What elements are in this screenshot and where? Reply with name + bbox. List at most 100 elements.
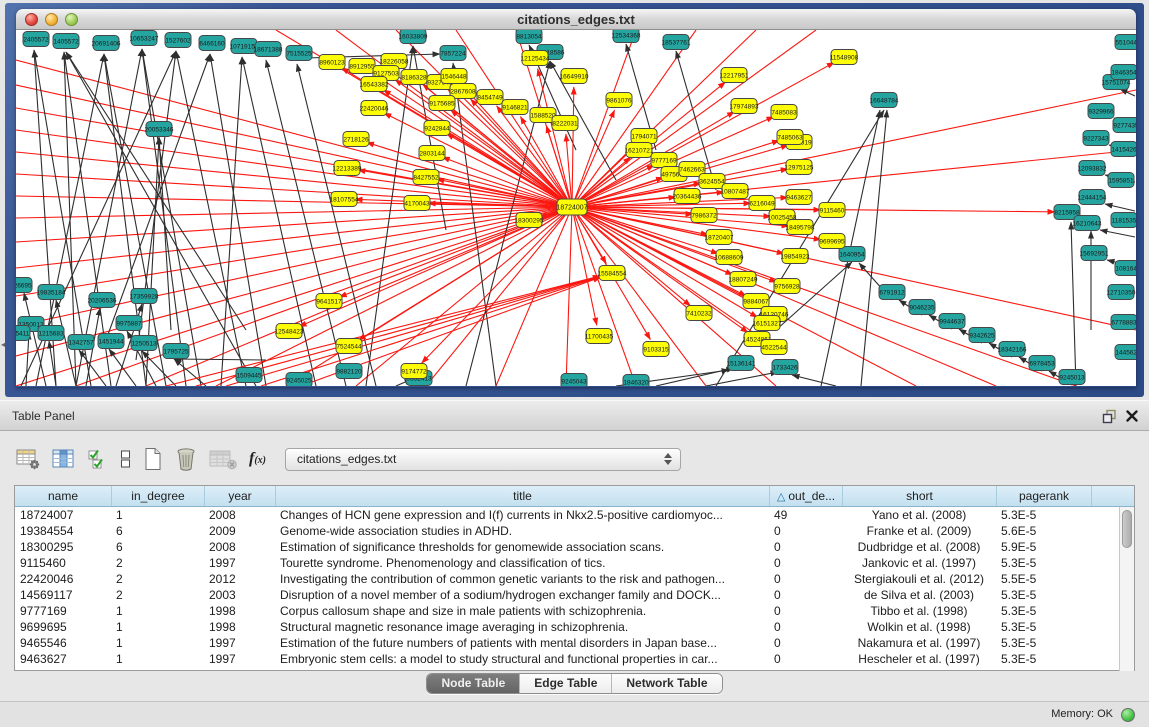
graph-node[interactable]: 17974893 <box>730 99 759 114</box>
table-cell[interactable]: Investigating the contribution of common… <box>275 571 769 587</box>
graph-node[interactable]: 9245025 <box>286 373 312 387</box>
table-row[interactable]: 946554611997Estimation of the future num… <box>15 635 1121 651</box>
tab-node-table[interactable]: Node Table <box>427 674 519 693</box>
table-cell[interactable]: Tibbo et al. (1998) <box>842 603 996 619</box>
table-cell[interactable]: 14569117 <box>15 587 111 603</box>
table-cell[interactable]: 1 <box>111 651 204 667</box>
graph-edge[interactable] <box>572 90 1136 207</box>
table-cell[interactable]: Tourette syndrome. Phenomenology and cla… <box>275 555 769 571</box>
graph-edge[interactable] <box>384 113 572 207</box>
table-cell[interactable]: 5.3E-5 <box>996 555 1091 571</box>
graph-node[interactable]: 12213389 <box>333 161 362 176</box>
graph-node[interactable]: 12444154 <box>1078 190 1107 205</box>
graph-node[interactable]: 9227343 <box>1083 131 1109 146</box>
graph-node[interactable]: 1250513 <box>131 336 157 351</box>
graph-node[interactable]: 8454749 <box>477 90 503 105</box>
column-header-in_degree[interactable]: in_degree <box>111 486 204 506</box>
graph-node[interactable]: 1846320 <box>623 375 649 387</box>
graph-node[interactable]: 16210721 <box>625 143 654 158</box>
graph-node[interactable]: 18807249 <box>729 272 758 287</box>
graph-node[interactable]: 9245043 <box>561 374 587 387</box>
graph-node[interactable]: 6791912 <box>879 285 905 300</box>
table-cell[interactable]: Wolkin et al. (1998) <box>842 619 996 635</box>
column-header-pagerank[interactable]: pagerank <box>996 486 1091 506</box>
graph-node[interactable]: 6466160 <box>199 36 225 51</box>
table-cell[interactable]: Estimation of the future numbers of pati… <box>275 635 769 651</box>
graph-node[interactable]: 18671388 <box>254 42 283 57</box>
graph-node[interactable]: 16033809 <box>399 30 428 44</box>
table-cell[interactable]: Nakamura et al. (1997) <box>842 635 996 651</box>
graph-node[interactable]: 1181535 <box>1111 213 1136 228</box>
graph-node[interactable]: 9975887 <box>116 316 142 331</box>
graph-node[interactable]: 10688609 <box>715 250 744 265</box>
graph-node[interactable]: 9882120 <box>336 364 362 379</box>
graph-node[interactable]: 9342625 <box>969 328 995 343</box>
graph-node[interactable]: 12217951 <box>720 68 749 83</box>
graph-edge[interactable] <box>1105 204 1135 211</box>
table-cell[interactable]: 6 <box>111 523 204 539</box>
graph-node[interactable]: 8222031 <box>552 116 578 131</box>
table-cell[interactable]: 5.3E-5 <box>996 603 1091 619</box>
graph-node[interactable]: 20053346 <box>145 122 174 137</box>
graph-node[interactable]: 6978453 <box>1029 356 1055 371</box>
graph-node[interactable]: 1795725 <box>163 344 189 359</box>
graph-node[interactable]: 19835184 <box>37 285 66 300</box>
graph-node[interactable]: 9174772 <box>401 364 427 379</box>
graph-edge[interactable] <box>572 207 706 386</box>
graph-node[interactable]: 17359928 <box>130 289 159 304</box>
table-cell[interactable]: 19384554 <box>15 523 111 539</box>
table-cell[interactable]: 2008 <box>204 539 275 555</box>
graph-node[interactable]: 20206536 <box>88 293 117 308</box>
graph-node[interactable]: 15692951 <box>1080 246 1109 261</box>
graph-node[interactable]: 10653247 <box>130 31 159 46</box>
graph-edge[interactable] <box>174 359 266 360</box>
graph-node[interactable]: 9242844 <box>424 121 450 136</box>
table-cell[interactable]: Stergiakouli et al. (2012) <box>842 571 996 587</box>
graph-node[interactable]: 9046235 <box>909 300 935 315</box>
table-cell[interactable]: 0 <box>769 555 842 571</box>
graph-node[interactable]: 9277435 <box>1113 118 1136 133</box>
graph-node[interactable]: 3915411 <box>16 326 30 341</box>
column-header-name[interactable]: name <box>15 486 111 506</box>
table-cell[interactable]: 0 <box>769 523 842 539</box>
graph-node[interactable]: 9777169 <box>651 153 677 168</box>
graph-node[interactable]: 6778883 <box>1111 315 1136 330</box>
graph-edge[interactable] <box>1100 230 1135 237</box>
table-cell[interactable]: Embryonic stem cells: a model to study s… <box>275 651 769 667</box>
graph-node[interactable]: 18724007 <box>556 199 587 215</box>
scrollbar-thumb[interactable] <box>1122 510 1132 548</box>
table-cell[interactable]: 5.3E-5 <box>996 507 1091 523</box>
graph-edge[interactable] <box>221 57 242 386</box>
graph-node[interactable]: 9756928 <box>774 279 800 294</box>
graph-node[interactable]: 7515525 <box>286 46 312 61</box>
graph-node[interactable]: 18720407 <box>705 230 734 245</box>
graph-node[interactable]: 20691406 <box>92 36 121 51</box>
table-cell[interactable]: 5.9E-5 <box>996 539 1091 555</box>
table-cell[interactable]: Estimation of significance thresholds fo… <box>275 539 769 555</box>
graph-node[interactable]: 7485063 <box>777 130 803 145</box>
vertical-scrollbar[interactable] <box>1119 507 1134 671</box>
graph-edge[interactable] <box>572 87 574 207</box>
graph-node[interactable]: 2803144 <box>419 146 445 161</box>
graph-node[interactable]: 2405572 <box>23 32 49 47</box>
table-cell[interactable]: Genome-wide association studies in ADHD. <box>275 523 769 539</box>
graph-node[interactable]: 16543382 <box>360 77 389 92</box>
graph-node[interactable]: 18107554 <box>330 192 359 207</box>
graph-node[interactable]: 1794071 <box>631 129 657 144</box>
table-cell[interactable]: 0 <box>769 603 842 619</box>
table-cell[interactable]: Corpus callosum shape and size in male p… <box>275 603 769 619</box>
graph-node[interactable]: 1215683 <box>38 326 64 341</box>
table-cell[interactable]: 0 <box>769 539 842 555</box>
graph-node[interactable]: 9103315 <box>643 342 669 357</box>
tab-edge-table[interactable]: Edge Table <box>519 674 611 693</box>
graph-edge[interactable] <box>16 207 572 296</box>
table-cell[interactable]: 2009 <box>204 523 275 539</box>
table-cell[interactable]: 0 <box>769 635 842 651</box>
graph-node[interactable]: 7485083 <box>771 105 797 120</box>
table-cell[interactable]: 5.3E-5 <box>996 619 1091 635</box>
graph-node[interactable]: 16210643 <box>1073 216 1102 231</box>
delete-table-icon[interactable] <box>174 447 198 471</box>
graph-node[interactable]: 2526695 <box>16 278 32 293</box>
table-cell[interactable]: 2 <box>111 587 204 603</box>
table-cell[interactable]: 5.6E-5 <box>996 523 1091 539</box>
